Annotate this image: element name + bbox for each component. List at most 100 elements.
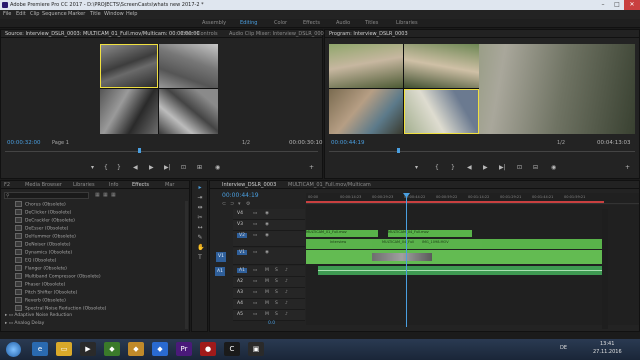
- eye-icon[interactable]: ◉: [265, 211, 269, 216]
- menu-sequence[interactable]: Sequence: [42, 11, 67, 17]
- tab-source[interactable]: Source: Interview_DSLR_0003: MULTICAM_01…: [5, 31, 200, 37]
- source-patch-a1[interactable]: A1: [215, 267, 225, 276]
- effect-item[interactable]: Spectral Noise Reduction (Obsolete): [15, 305, 106, 312]
- tab-effects[interactable]: Effects: [132, 182, 149, 188]
- ie-icon[interactable]: e: [32, 342, 48, 356]
- track-area[interactable]: [306, 205, 639, 325]
- pen-tool-icon[interactable]: ✎: [197, 235, 203, 241]
- tab-program[interactable]: Program: Interview_DSLR_0003: [329, 31, 408, 37]
- effect-item[interactable]: Flanger (Obsolete): [15, 265, 67, 272]
- effects-search-input[interactable]: ⚲: [4, 192, 89, 199]
- linked-selection-icon[interactable]: ⊃: [230, 201, 234, 207]
- clip-v1-track[interactable]: [306, 250, 602, 264]
- camera-3-preview[interactable]: [100, 89, 158, 134]
- camera-4-preview[interactable]: [159, 89, 218, 134]
- tab-markers[interactable]: Mar: [165, 182, 174, 188]
- clip-v3-multicam-01[interactable]: MULTICAM_01_Full.mov: [306, 230, 378, 237]
- workspace-libraries[interactable]: Libraries: [396, 20, 418, 26]
- effect-folder[interactable]: ▸ ▭ Analog Delay: [5, 321, 44, 326]
- track-header-v3[interactable]: V3 ▭ ◉: [233, 220, 305, 231]
- mark-in-bracket-icon[interactable]: {: [104, 164, 108, 171]
- mark-out-bracket-icon[interactable]: }: [117, 164, 121, 171]
- sync-lock-icon[interactable]: ▭: [253, 250, 257, 255]
- clip-v1-thumbnail[interactable]: [372, 253, 432, 261]
- workspace-audio[interactable]: Audio: [336, 20, 350, 26]
- multicam-overlay[interactable]: [329, 44, 479, 134]
- workspace-color[interactable]: Color: [274, 20, 287, 26]
- mic-icon[interactable]: ♪: [285, 279, 288, 284]
- explorer-icon[interactable]: ▭: [56, 342, 72, 356]
- media-player-icon[interactable]: ▶: [80, 342, 96, 356]
- program-in-icon[interactable]: {: [435, 164, 439, 171]
- program-export-frame-icon[interactable]: ◉: [551, 164, 556, 171]
- effect-item[interactable]: Pitch Shifter (Obsolete): [15, 289, 77, 296]
- program-play-icon[interactable]: ▶: [483, 164, 488, 171]
- solo-icon[interactable]: S: [275, 301, 278, 306]
- clip-v2-interview[interactable]: Interview: [330, 240, 372, 248]
- source-resolution[interactable]: 1/2: [242, 140, 250, 146]
- mic-icon[interactable]: ♪: [285, 312, 288, 317]
- program-resolution[interactable]: 1/2: [557, 140, 565, 146]
- tab-libraries[interactable]: Libraries: [73, 182, 95, 188]
- play-icon[interactable]: ▶: [149, 164, 154, 171]
- menu-title[interactable]: Title: [90, 11, 101, 17]
- track-header-a1[interactable]: A1 ▭ M S ♪: [233, 266, 305, 277]
- minimize-button[interactable]: –: [596, 0, 610, 10]
- multicam-grid[interactable]: [100, 44, 218, 134]
- menu-edit[interactable]: Edit: [16, 11, 26, 17]
- add-button-icon[interactable]: +: [309, 164, 314, 171]
- mute-icon[interactable]: M: [265, 268, 269, 273]
- source-scrub-bar[interactable]: [5, 151, 318, 152]
- program-out-icon[interactable]: }: [451, 164, 455, 171]
- sync-lock-icon[interactable]: ▭: [253, 301, 257, 306]
- step-back-icon[interactable]: ◀: [133, 164, 138, 171]
- hand-tool-icon[interactable]: ✋: [197, 245, 204, 251]
- effect-folder[interactable]: ▸ ▭ Adaptive Noise Reduction: [5, 313, 72, 318]
- timeline-playhead[interactable]: [406, 193, 407, 327]
- lift-icon[interactable]: ⊡: [517, 164, 522, 171]
- accelerated-icon[interactable]: ▦: [95, 192, 100, 198]
- track-header-a3[interactable]: A3 ▭ M S ♪: [233, 288, 305, 299]
- program-scrub-bar[interactable]: [329, 151, 635, 152]
- export-frame-icon[interactable]: ◉: [215, 164, 220, 171]
- track-header-v2[interactable]: V2 ▭ ◉: [233, 231, 305, 247]
- workspace-editing[interactable]: Editing: [240, 20, 257, 26]
- app-icon-blue[interactable]: ◆: [152, 342, 168, 356]
- effect-item[interactable]: DeNoiser (Obsolete): [15, 241, 71, 248]
- premiere-icon[interactable]: Pr: [176, 342, 192, 356]
- solo-icon[interactable]: S: [275, 279, 278, 284]
- eye-icon[interactable]: ◉: [265, 233, 269, 238]
- type-tool-icon[interactable]: T: [197, 255, 203, 261]
- maximize-button[interactable]: □: [610, 0, 624, 10]
- program-cam-3[interactable]: [329, 89, 403, 134]
- mark-in-icon[interactable]: ▾: [91, 164, 94, 171]
- effect-item[interactable]: DeCrackler (Obsolete): [15, 217, 75, 224]
- program-cam-1[interactable]: [329, 44, 403, 88]
- effect-item[interactable]: Phaser (Obsolete): [15, 281, 65, 288]
- mic-icon[interactable]: ♪: [285, 290, 288, 295]
- app-icon-dark[interactable]: ▣: [248, 342, 264, 356]
- tab-audio-clip-mixer[interactable]: Audio Clip Mixer: Interview_DSLR_000: [229, 31, 324, 37]
- effect-item[interactable]: Reverb (Obsolete): [15, 297, 66, 304]
- workspace-assembly[interactable]: Assembly: [202, 20, 226, 26]
- source-timecode[interactable]: 00:00:32:00: [7, 140, 41, 146]
- program-step-forward-icon[interactable]: ▶|: [499, 164, 506, 171]
- overwrite-icon[interactable]: ⊞: [197, 164, 202, 171]
- solo-icon[interactable]: S: [275, 268, 278, 273]
- step-forward-icon[interactable]: ▶|: [164, 164, 171, 171]
- menu-marker[interactable]: Marker: [68, 11, 85, 17]
- app-icon-orange[interactable]: ◆: [128, 342, 144, 356]
- clock-time[interactable]: 13:41: [600, 341, 614, 347]
- effects-scrollbar[interactable]: [185, 201, 188, 329]
- tab-multicam-sequence[interactable]: MULTICAM_01_Full.mov/Multicam: [288, 182, 371, 188]
- 32bit-icon[interactable]: ▦: [103, 192, 108, 198]
- mute-icon[interactable]: M: [265, 290, 269, 295]
- add-marker-icon[interactable]: ▾: [238, 201, 241, 207]
- close-button[interactable]: ✕: [624, 0, 640, 10]
- selection-tool-icon[interactable]: ▸: [197, 185, 203, 191]
- sync-lock-icon[interactable]: ▭: [253, 233, 257, 238]
- workspace-effects[interactable]: Effects: [303, 20, 320, 26]
- sync-lock-icon[interactable]: ▭: [253, 268, 257, 273]
- tab-media-browser[interactable]: Media Browser: [25, 182, 62, 188]
- clip-v3-multicam-04[interactable]: MULTICAM_04_Full.mov: [388, 230, 472, 237]
